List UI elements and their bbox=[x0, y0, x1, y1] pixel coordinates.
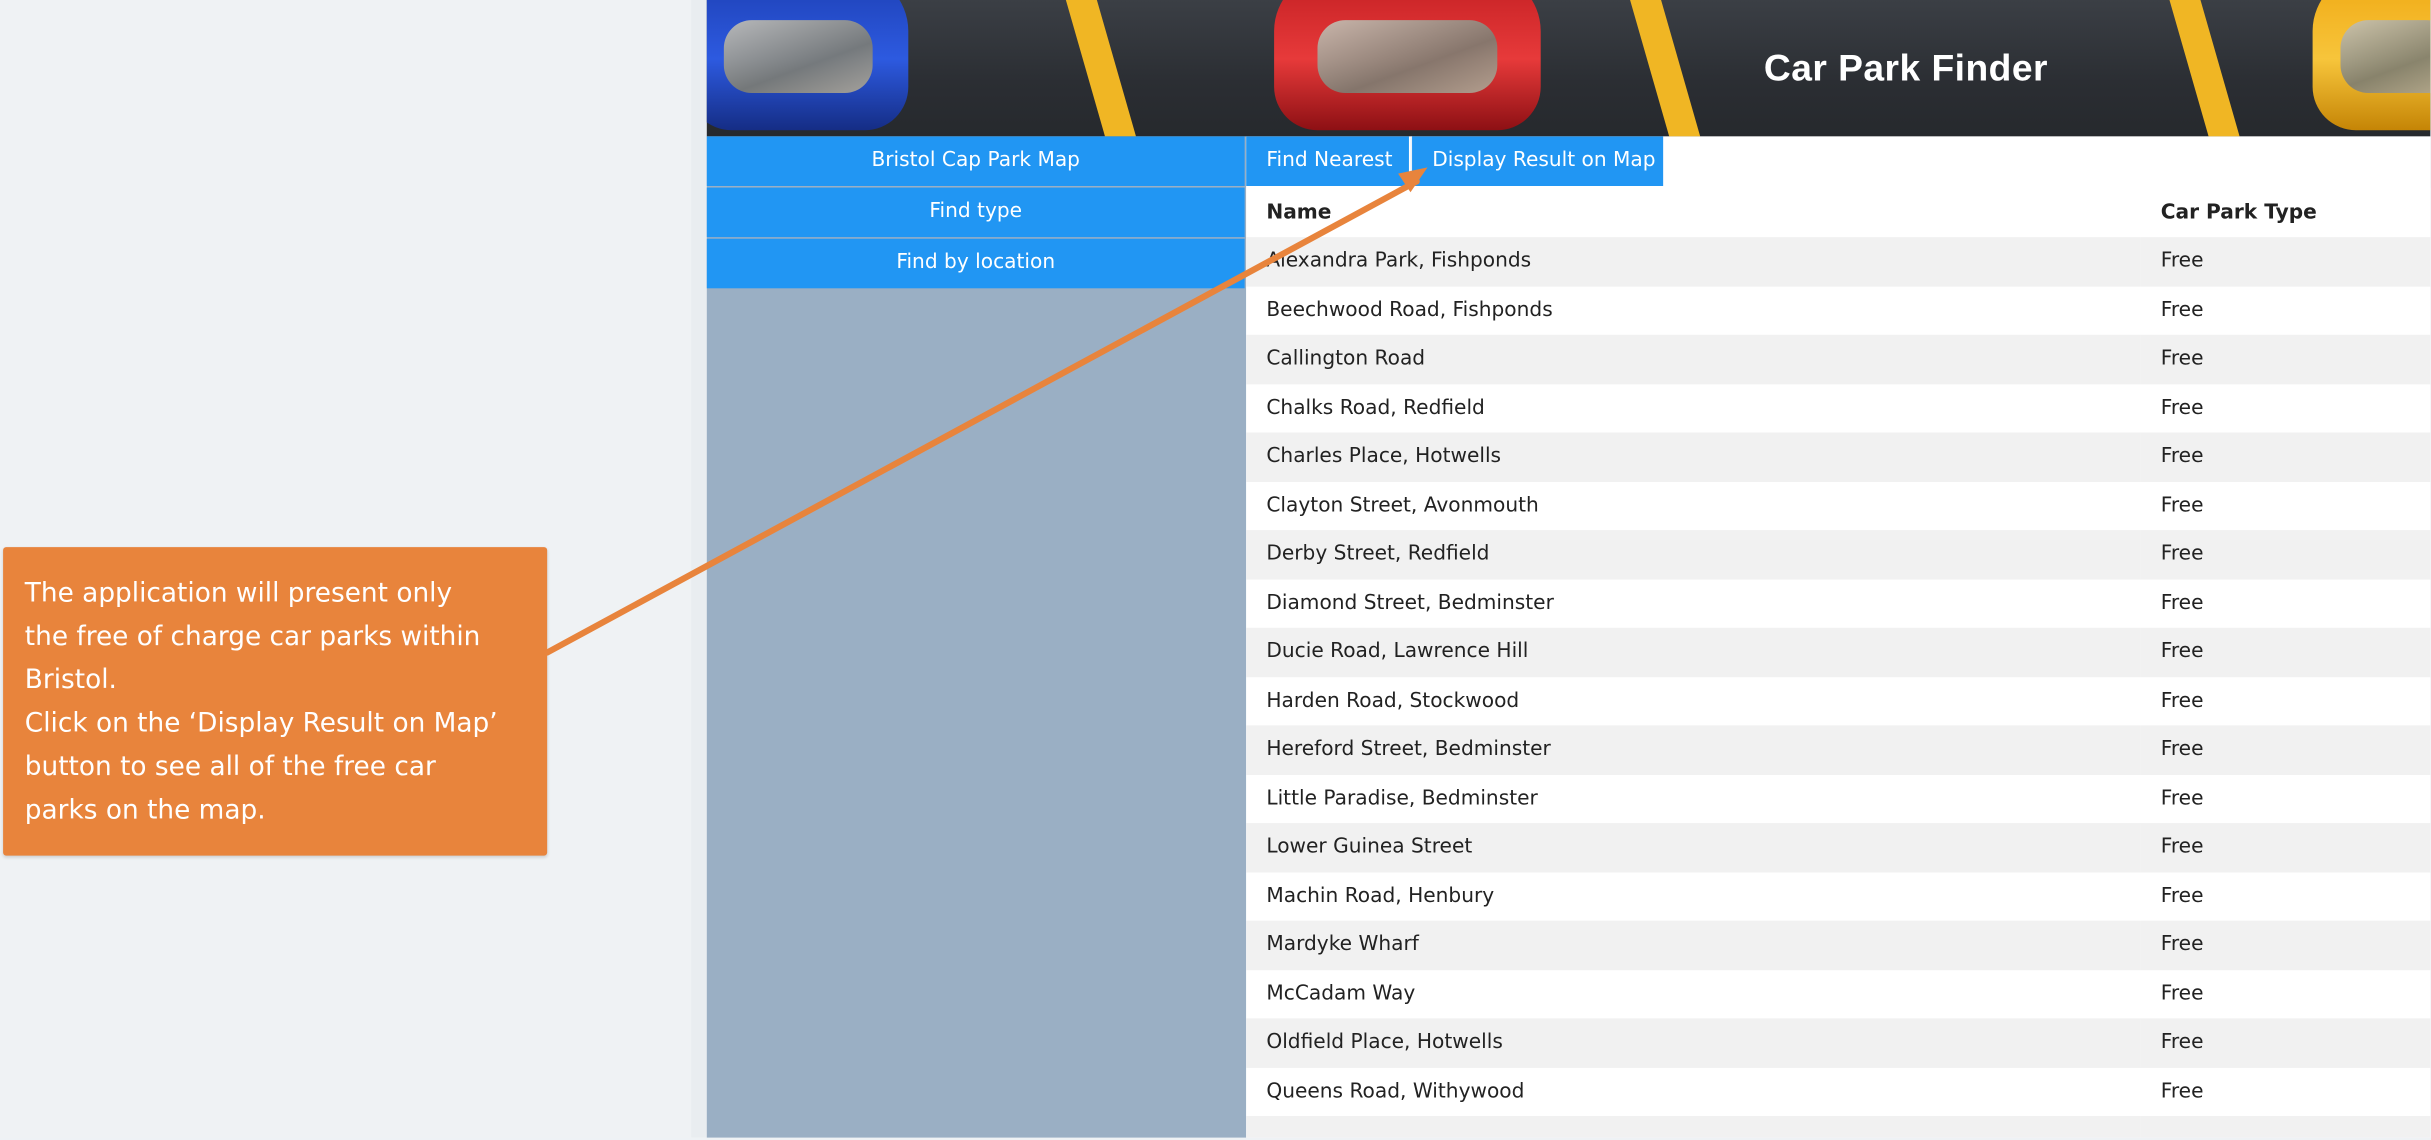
table-row[interactable]: Clayton Street, Avonmouth Free bbox=[1246, 481, 2431, 531]
cell-type: Free bbox=[2140, 383, 2431, 433]
results-table-container: Name Car Park Type Alexandra Park, Fishp… bbox=[1246, 187, 2431, 1138]
cell-type: Free bbox=[2140, 334, 2431, 384]
table-row[interactable]: Chalks Road, Redfield Free bbox=[1246, 383, 2431, 433]
column-header-name: Name bbox=[1246, 187, 2141, 238]
instruction-callout: The application will present only the fr… bbox=[3, 547, 548, 856]
table-row[interactable]: Alexandra Park, Fishponds Free bbox=[1246, 237, 2431, 286]
table-row[interactable]: Mardyke Wharf Free bbox=[1246, 920, 2431, 970]
cell-name: Chalks Road, Redfield bbox=[1246, 383, 2141, 433]
table-header-row: Name Car Park Type bbox=[1246, 187, 2431, 238]
table-row[interactable]: Ducie Road, Lawrence Hill Free bbox=[1246, 627, 2431, 677]
display-result-on-map-button[interactable]: Display Result on Map bbox=[1410, 136, 1664, 186]
header-banner: Car Park Finder bbox=[706, 0, 2431, 137]
cell-type: Free bbox=[2140, 871, 2431, 921]
cell-name: Diamond Street, Bedminster bbox=[1246, 578, 2141, 628]
table-row[interactable]: Derby Street, Redfield Free bbox=[1246, 530, 2431, 579]
cell-type: Free bbox=[2140, 823, 2431, 872]
cell-name: Callington Road bbox=[1246, 334, 2141, 384]
cell-name: Machin Road, Henbury bbox=[1246, 871, 2141, 921]
table-row[interactable]: Harden Road, Stockwood Free bbox=[1246, 676, 2431, 726]
sidebar: Bristol Cap Park Map Find type Find by l… bbox=[706, 136, 1247, 1138]
sidebar-item-find-location[interactable]: Find by location bbox=[706, 238, 1245, 289]
table-row[interactable]: McCadam Way Free bbox=[1246, 969, 2431, 1019]
cell-type: Free bbox=[2140, 676, 2431, 726]
cell-type: Free bbox=[2140, 725, 2431, 775]
table-row[interactable]: Hereford Street, Bedminster Free bbox=[1246, 725, 2431, 775]
cell-type: Free bbox=[2140, 530, 2431, 579]
cell-name: Alexandra Park, Fishponds bbox=[1246, 237, 2141, 286]
cell-name: Queens Road, Withywood bbox=[1246, 1067, 2141, 1116]
find-nearest-button[interactable]: Find Nearest bbox=[1246, 136, 1409, 186]
table-row[interactable]: Diamond Street, Bedminster Free bbox=[1246, 578, 2431, 628]
callout-line: the free of charge car parks within bbox=[24, 621, 481, 653]
cell-name: Little Paradise, Bedminster bbox=[1246, 774, 2141, 824]
cell-name: McCadam Way bbox=[1246, 969, 2141, 1019]
cell-name: Clayton Street, Avonmouth bbox=[1246, 481, 2141, 531]
lane-stripe bbox=[2165, 0, 2250, 137]
cell-type: Free bbox=[2140, 481, 2431, 531]
lane-stripe bbox=[1625, 0, 1710, 137]
cell-type: Free bbox=[2140, 627, 2431, 677]
callout-line: The application will present only bbox=[24, 578, 453, 610]
table-row[interactable]: Little Paradise, Bedminster Free bbox=[1246, 774, 2431, 824]
cell-type: Free bbox=[2140, 578, 2431, 628]
cell-name: Beechwood Road, Fishponds bbox=[1246, 285, 2141, 335]
callout-line: parks on the map. bbox=[24, 795, 266, 827]
cell-name: Ducie Road, Lawrence Hill bbox=[1246, 627, 2141, 677]
blue-car-image bbox=[706, 0, 909, 131]
table-row[interactable]: Machin Road, Henbury Free bbox=[1246, 871, 2431, 921]
yellow-car-image bbox=[2312, 0, 2431, 131]
cell-type: Free bbox=[2140, 969, 2431, 1019]
cell-name: Harden Road, Stockwood bbox=[1246, 676, 2141, 726]
lane-stripe bbox=[1061, 0, 1146, 137]
table-row[interactable]: Callington Road Free bbox=[1246, 334, 2431, 384]
table-row[interactable]: Lower Guinea Street Free bbox=[1246, 823, 2431, 872]
stage: Car Park Finder Bristol Cap Park Map Fin… bbox=[0, 0, 2431, 1138]
table-row[interactable]: Queens Road, Withywood Free bbox=[1246, 1067, 2431, 1116]
results-table: Name Car Park Type Alexandra Park, Fishp… bbox=[1246, 187, 2431, 1138]
table-row[interactable]: Oldfield Place, Hotwells Free bbox=[1246, 1018, 2431, 1068]
cell-name bbox=[1246, 1116, 2141, 1138]
cell-name: Charles Place, Hotwells bbox=[1246, 432, 2141, 482]
cell-type: Free bbox=[2140, 285, 2431, 335]
callout-line: Bristol. bbox=[24, 664, 117, 696]
cell-type: Free bbox=[2140, 432, 2431, 482]
cell-type: Free bbox=[2140, 237, 2431, 286]
table-row-partial bbox=[1246, 1116, 2431, 1138]
cell-type: Free bbox=[2140, 1067, 2431, 1116]
pane-divider bbox=[691, 0, 707, 1138]
cell-name: Hereford Street, Bedminster bbox=[1246, 725, 2141, 775]
callout-line: button to see all of the free car bbox=[24, 751, 436, 783]
cell-type bbox=[2140, 1116, 2431, 1138]
callout-text: The application will present only the fr… bbox=[25, 572, 537, 832]
cell-type: Free bbox=[2140, 1018, 2431, 1068]
cell-type: Free bbox=[2140, 920, 2431, 970]
page-title: Car Park Finder bbox=[1763, 48, 2048, 90]
column-header-type: Car Park Type bbox=[2140, 187, 2431, 238]
sidebar-item-find-type[interactable]: Find type bbox=[706, 187, 1245, 238]
cell-name: Lower Guinea Street bbox=[1246, 823, 2141, 872]
tab-bar: Find Nearest Display Result on Map bbox=[1246, 136, 2431, 188]
red-car-image bbox=[1274, 0, 1541, 131]
table-row[interactable]: Beechwood Road, Fishponds Free bbox=[1246, 285, 2431, 335]
cell-name: Oldfield Place, Hotwells bbox=[1246, 1018, 2141, 1068]
sidebar-item-map[interactable]: Bristol Cap Park Map bbox=[706, 136, 1245, 186]
callout-line: Click on the ‘Display Result on Map’ bbox=[24, 708, 498, 740]
cell-name: Mardyke Wharf bbox=[1246, 920, 2141, 970]
table-row[interactable]: Charles Place, Hotwells Free bbox=[1246, 432, 2431, 482]
cell-name: Derby Street, Redfield bbox=[1246, 530, 2141, 579]
cell-type: Free bbox=[2140, 774, 2431, 824]
